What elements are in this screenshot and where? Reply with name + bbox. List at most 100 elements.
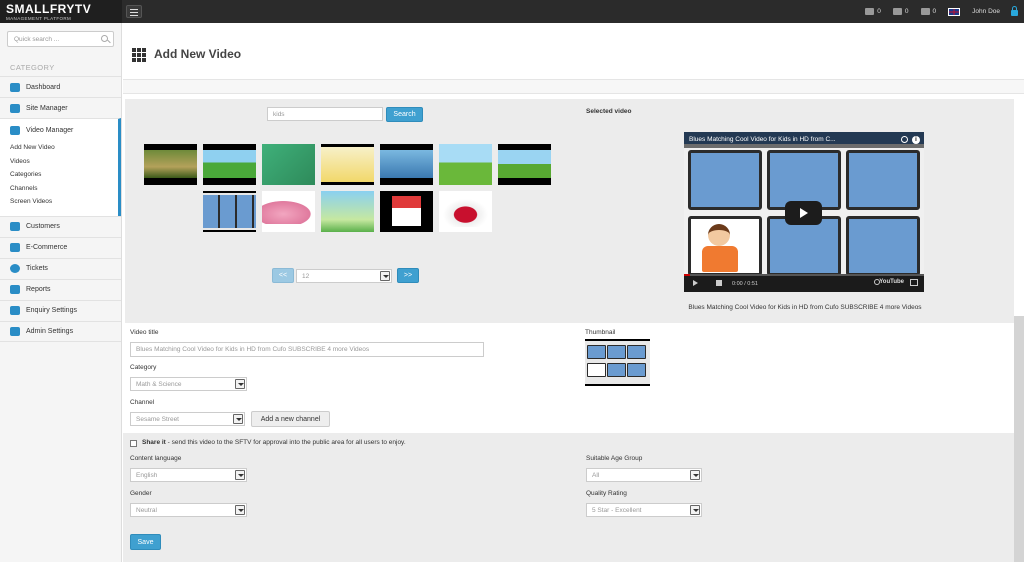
customers-icon xyxy=(10,222,20,231)
cart-button[interactable]: 0 xyxy=(892,8,909,15)
sidebar-subitem-videos[interactable]: Videos xyxy=(10,155,118,169)
sidebar-subitem-add-new-video[interactable]: Add New Video xyxy=(10,141,118,155)
share-checkbox[interactable] xyxy=(130,440,137,447)
sidebar-subitem-channels[interactable]: Channels xyxy=(10,182,118,196)
video-thumbnail[interactable] xyxy=(144,144,197,185)
hamburger-line xyxy=(130,12,138,13)
sidebar-item-label: Customers xyxy=(26,223,60,230)
video-thumbnail[interactable] xyxy=(439,144,492,185)
home-icon xyxy=(10,82,20,92)
page-select[interactable]: 12 xyxy=(296,269,392,283)
next-page-button[interactable]: >> xyxy=(397,268,419,283)
uk-flag-icon[interactable] xyxy=(948,7,961,16)
sidebar-item-label: Enquiry Settings xyxy=(26,307,77,314)
sidebar-item-label: Site Manager xyxy=(26,104,68,112)
video-frame-tile xyxy=(688,150,762,210)
chevron-down-icon xyxy=(690,470,700,480)
messages-count: 0 xyxy=(877,8,881,15)
share-text: Share it - send this video to the SFTV f… xyxy=(142,439,406,446)
video-player[interactable]: Blues Matching Cool Video for Kids in HD… xyxy=(684,132,924,292)
admin-icon xyxy=(10,326,20,336)
video-thumbnail[interactable] xyxy=(203,191,256,232)
sidebar-item-reports[interactable]: Reports xyxy=(0,278,121,300)
quality-rating-select[interactable]: 5 Star - Excellent xyxy=(586,503,702,517)
sidebar: Quick search ... CATEGORY Dashboard Site… xyxy=(0,23,122,562)
sidebar-item-admin-settings[interactable]: Admin Settings xyxy=(0,320,121,342)
video-frame-tile xyxy=(846,216,920,276)
play-button[interactable] xyxy=(785,201,822,225)
gender-select[interactable]: Neutral xyxy=(130,503,247,517)
previous-page-button[interactable]: << xyxy=(272,268,294,283)
thumbnail-tile xyxy=(587,363,606,377)
video-search-input[interactable]: kids xyxy=(267,107,383,121)
sidebar-item-enquiry-settings[interactable]: Enquiry Settings xyxy=(0,299,121,321)
video-thumbnail[interactable] xyxy=(380,191,433,232)
selected-video-label: Selected video xyxy=(586,108,632,115)
search-icon[interactable] xyxy=(101,35,108,42)
thumbnail-tile xyxy=(587,345,606,359)
age-group-label: Suitable Age Group xyxy=(586,455,643,462)
content-language-select[interactable]: English xyxy=(130,468,247,482)
video-thumbnail[interactable] xyxy=(203,144,256,185)
gender-value: Neutral xyxy=(136,507,157,514)
user-name[interactable]: John Doe xyxy=(972,8,1000,15)
channel-label: Channel xyxy=(130,399,155,406)
cartoon-boy-image xyxy=(696,224,744,276)
messages-button[interactable]: 0 xyxy=(865,8,881,15)
youtube-logo[interactable]: YouTube xyxy=(879,279,904,285)
sidebar-item-label: Video Manager xyxy=(26,127,74,134)
thumbnail-tile xyxy=(627,363,646,377)
selected-video-caption: Blues Matching Cool Video for Kids in HD… xyxy=(688,304,922,311)
sidebar-item-label: Dashboard xyxy=(26,83,61,91)
add-channel-button[interactable]: Add a new channel xyxy=(251,411,330,427)
video-frame-tile xyxy=(846,150,920,210)
quality-rating-value: 5 Star - Excellent xyxy=(592,507,642,514)
sidebar-item-customers[interactable]: Customers xyxy=(0,215,121,237)
sidebar-subitem-screen-videos[interactable]: Screen Videos xyxy=(10,195,118,209)
chevron-down-icon xyxy=(380,271,390,281)
sidebar-item-site-manager[interactable]: Site Manager xyxy=(0,97,121,118)
chevron-down-icon xyxy=(690,505,700,515)
channel-select[interactable]: Sesame Street xyxy=(130,412,245,426)
player-time: 0:00 / 0:51 xyxy=(732,281,758,287)
tasks-button[interactable]: 0 xyxy=(920,8,936,15)
top-bar: SMALLFRYTV MANAGEMENT PLATFORM 0 0 0 Joh… xyxy=(0,0,1024,23)
sidebar-item-label: Reports xyxy=(26,286,51,293)
channel-select-value: Sesame Street xyxy=(136,416,179,423)
menu-toggle-button[interactable] xyxy=(126,5,142,18)
sidebar-item-e-commerce[interactable]: E-Commerce xyxy=(0,236,121,258)
page-select-value: 12 xyxy=(302,273,310,280)
info-icon[interactable]: i xyxy=(912,136,920,144)
video-thumbnail[interactable] xyxy=(439,191,492,232)
video-title-input[interactable]: Blues Matching Cool Video for Kids in HD… xyxy=(130,342,484,357)
volume-icon[interactable] xyxy=(716,280,722,286)
lock-button[interactable] xyxy=(1008,0,1020,23)
quick-search-input[interactable]: Quick search ... xyxy=(7,31,114,47)
sidebar-subitem-categories[interactable]: Categories xyxy=(10,168,118,182)
age-group-select[interactable]: All xyxy=(586,468,702,482)
video-thumbnail[interactable] xyxy=(380,144,433,185)
video-thumbnail[interactable] xyxy=(262,191,315,232)
brand-name: SMALLFRYTV xyxy=(6,2,92,16)
sidebar-item-dashboard[interactable]: Dashboard xyxy=(0,76,121,97)
sidebar-item-video-manager[interactable]: Video Manager Add New Video Videos Categ… xyxy=(0,118,121,216)
category-select[interactable]: Math & Science xyxy=(130,377,247,391)
sharing-section: Share it - send this video to the SFTV f… xyxy=(123,433,1014,562)
play-icon[interactable] xyxy=(693,280,698,286)
progress-bar[interactable] xyxy=(684,274,924,276)
video-thumbnail[interactable] xyxy=(321,191,374,232)
share-icon[interactable] xyxy=(901,136,908,143)
tasks-icon xyxy=(920,8,930,15)
video-thumbnail[interactable] xyxy=(321,144,374,185)
save-button[interactable]: Save xyxy=(130,534,161,550)
sidebar-item-tickets[interactable]: Tickets xyxy=(0,257,121,279)
video-thumbnail[interactable] xyxy=(498,144,551,185)
player-title[interactable]: Blues Matching Cool Video for Kids in HD… xyxy=(684,132,924,148)
brand-logo[interactable]: SMALLFRYTV MANAGEMENT PLATFORM xyxy=(0,0,122,23)
gender-label: Gender xyxy=(130,490,152,497)
fullscreen-icon[interactable] xyxy=(910,279,918,286)
scrollbar[interactable] xyxy=(1014,316,1024,562)
site-manager-icon xyxy=(10,103,20,113)
video-search-button[interactable]: Search xyxy=(386,107,423,122)
video-thumbnail[interactable] xyxy=(262,144,315,185)
